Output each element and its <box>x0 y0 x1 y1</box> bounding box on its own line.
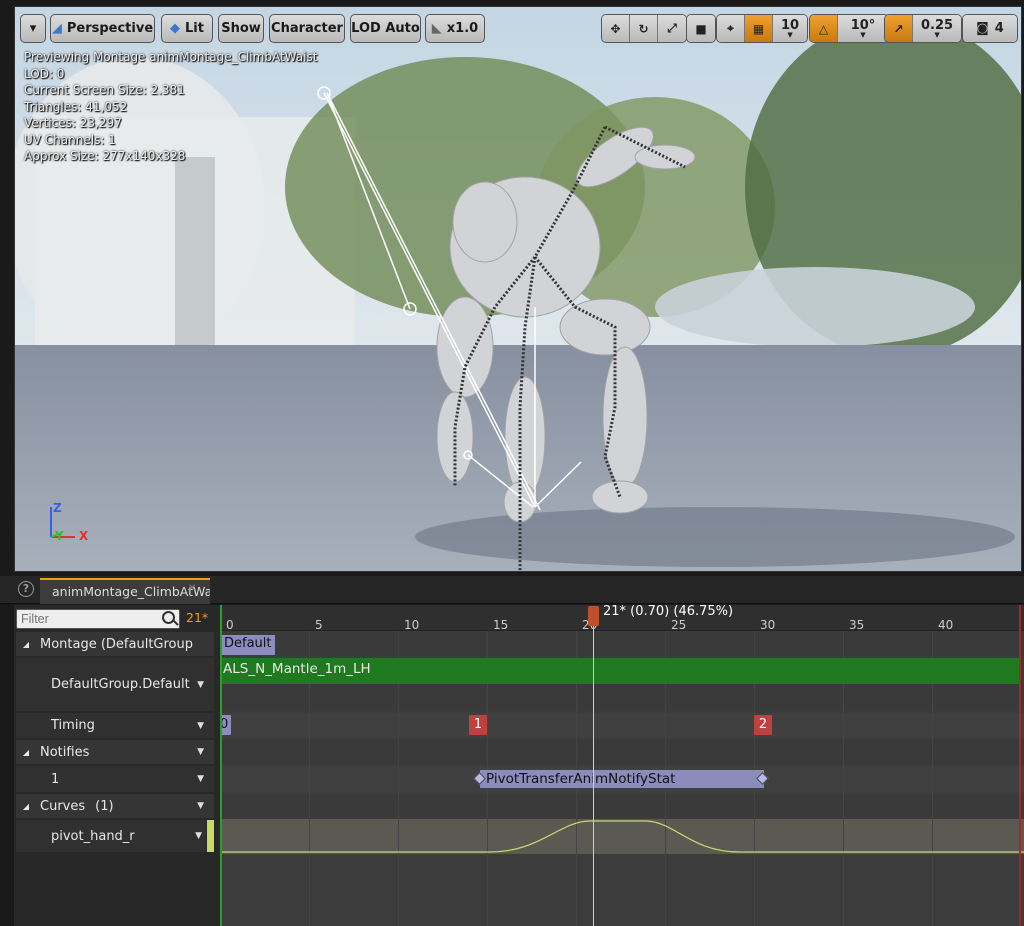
notify-state-bar[interactable]: PivotTransferAnimNotifyStat <box>480 770 764 788</box>
axis-z-label: Z <box>53 501 62 515</box>
speed-icon: ◣ <box>431 21 442 36</box>
curve-color-swatch <box>207 820 214 852</box>
track-list-panel: 21* ◢Montage (DefaultGroup DefaultGroup.… <box>14 605 220 926</box>
viewport[interactable]: ▾ ◢ Perspective ◆ Lit Show Character LOD A… <box>14 6 1022 572</box>
perspective-icon: ◢ <box>51 21 62 36</box>
world-local-icon[interactable]: ■ <box>687 15 715 42</box>
help-icon[interactable]: ? <box>18 581 34 597</box>
axis-y-label: Y <box>55 529 64 543</box>
tick-label: 5 <box>315 618 323 632</box>
scrub-handle[interactable] <box>588 606 599 626</box>
axis-x-label: X <box>79 529 89 543</box>
notify-track-1[interactable]: 1 ▼ <box>16 766 214 792</box>
start-marker <box>220 605 222 926</box>
curves-track-header[interactable]: ◢ Curves (1) ▼ <box>16 794 214 818</box>
close-icon[interactable]: ✕ <box>188 583 196 594</box>
tick-label: 25 <box>671 618 687 632</box>
montage-row <box>220 632 1024 656</box>
curve-graph <box>220 820 1024 853</box>
camera-icon: ◙ <box>976 20 989 36</box>
tick-label: 35 <box>849 618 865 632</box>
notifies-row <box>220 740 1024 764</box>
notifies-track-header[interactable]: ◢ Notifies ▼ <box>16 740 214 764</box>
tick-label: 40 <box>938 618 954 632</box>
scrub-line <box>593 625 594 926</box>
timing-track[interactable]: Timing ▼ <box>16 713 214 738</box>
montage-track-header[interactable]: ◢ Montage (DefaultGroup <box>16 632 214 656</box>
surface-snap-icon[interactable]: ⌖ <box>717 15 745 42</box>
translate-icon[interactable]: ✥ <box>602 15 630 42</box>
rotate-icon[interactable]: ↻ <box>630 15 658 42</box>
chevron-down-icon[interactable]: ▼ <box>197 680 204 690</box>
current-frame-field[interactable]: 21* <box>186 610 208 625</box>
scale-snap-icon[interactable]: ↗ <box>885 15 913 42</box>
tick-label: 10 <box>404 618 420 632</box>
lit-cube-icon: ◆ <box>170 21 181 36</box>
timing-row <box>220 713 1024 738</box>
chevron-down-icon[interactable]: ▼ <box>195 831 202 841</box>
timing-marker-2[interactable]: 2 <box>754 715 772 735</box>
scale-snap-group: ↗ 0.25 ▼ <box>884 14 963 43</box>
curve-track-pivot-hand-r[interactable]: pivot_hand_r ▼ <box>16 820 206 852</box>
lit-button[interactable]: ◆ Lit <box>161 14 213 43</box>
chevron-down-icon[interactable]: ▼ <box>197 721 204 731</box>
end-marker <box>1019 605 1021 926</box>
local-space-group: ■ <box>686 14 716 43</box>
show-button[interactable]: Show <box>218 14 264 43</box>
viewport-stats: Previewing Montage animMontage_ClimbAtWa… <box>24 50 318 163</box>
filter-input[interactable] <box>16 609 180 629</box>
tab-anim-montage[interactable]: animMontage_ClimbAtWaist <box>40 578 210 604</box>
scale-snap-value[interactable]: 0.25 ▼ <box>913 15 962 42</box>
angle-snap-icon[interactable]: △ <box>810 15 838 42</box>
grid-snap-icon[interactable]: ▦ <box>745 15 773 42</box>
tick-label: 30 <box>760 618 776 632</box>
chevron-down-icon: ▾ <box>29 21 37 36</box>
viewport-menu-button[interactable]: ▾ <box>20 14 46 43</box>
curves-row <box>220 794 1024 818</box>
default-group-track[interactable]: DefaultGroup.Default ▼ <box>16 658 214 711</box>
camera-speed-group: ◙ 4 <box>962 14 1018 43</box>
tab-bar: ? animMontage_ClimbAtWaist ✕ <box>0 576 1024 604</box>
tick-label: 0 <box>226 618 234 632</box>
scrub-time-label: 21* (0.70) (46.75%) <box>603 604 734 619</box>
tick-label: 15 <box>493 618 509 632</box>
transform-mode-group: ✥ ↻ ⤢ <box>601 14 687 43</box>
grid-snap-group: ⌖ ▦ 10 ▼ <box>716 14 809 43</box>
expand-arrow-icon[interactable]: ◢ <box>18 748 34 757</box>
rotate-snap-value[interactable]: 10° ▼ <box>838 15 888 42</box>
expand-arrow-icon[interactable]: ◢ <box>18 640 34 649</box>
camera-speed-button[interactable]: ◙ 4 <box>963 15 1017 42</box>
anim-segment[interactable]: ALS_N_Mantle_1m_LH <box>220 658 1019 684</box>
chevron-down-icon[interactable]: ▼ <box>197 774 204 784</box>
playback-speed-button[interactable]: ◣ x1.0 <box>425 14 485 43</box>
timeline-panel[interactable]: 0 5 10 15 20 25 30 35 40 Default ALS_N_M… <box>220 604 1024 926</box>
timing-marker-1[interactable]: 1 <box>469 715 487 735</box>
chevron-down-icon[interactable]: ▼ <box>197 747 204 757</box>
lod-button[interactable]: LOD Auto <box>350 14 421 43</box>
scale-icon[interactable]: ⤢ <box>658 15 686 42</box>
expand-arrow-icon[interactable]: ◢ <box>18 802 34 811</box>
grid-snap-value[interactable]: 10 ▼ <box>773 15 808 42</box>
perspective-button[interactable]: ◢ Perspective <box>50 14 155 43</box>
rotate-snap-group: △ 10° ▼ <box>809 14 889 43</box>
character-button[interactable]: Character <box>269 14 345 43</box>
search-icon[interactable] <box>162 611 175 624</box>
section-default[interactable]: Default <box>221 635 275 655</box>
chevron-down-icon[interactable]: ▼ <box>197 801 204 811</box>
